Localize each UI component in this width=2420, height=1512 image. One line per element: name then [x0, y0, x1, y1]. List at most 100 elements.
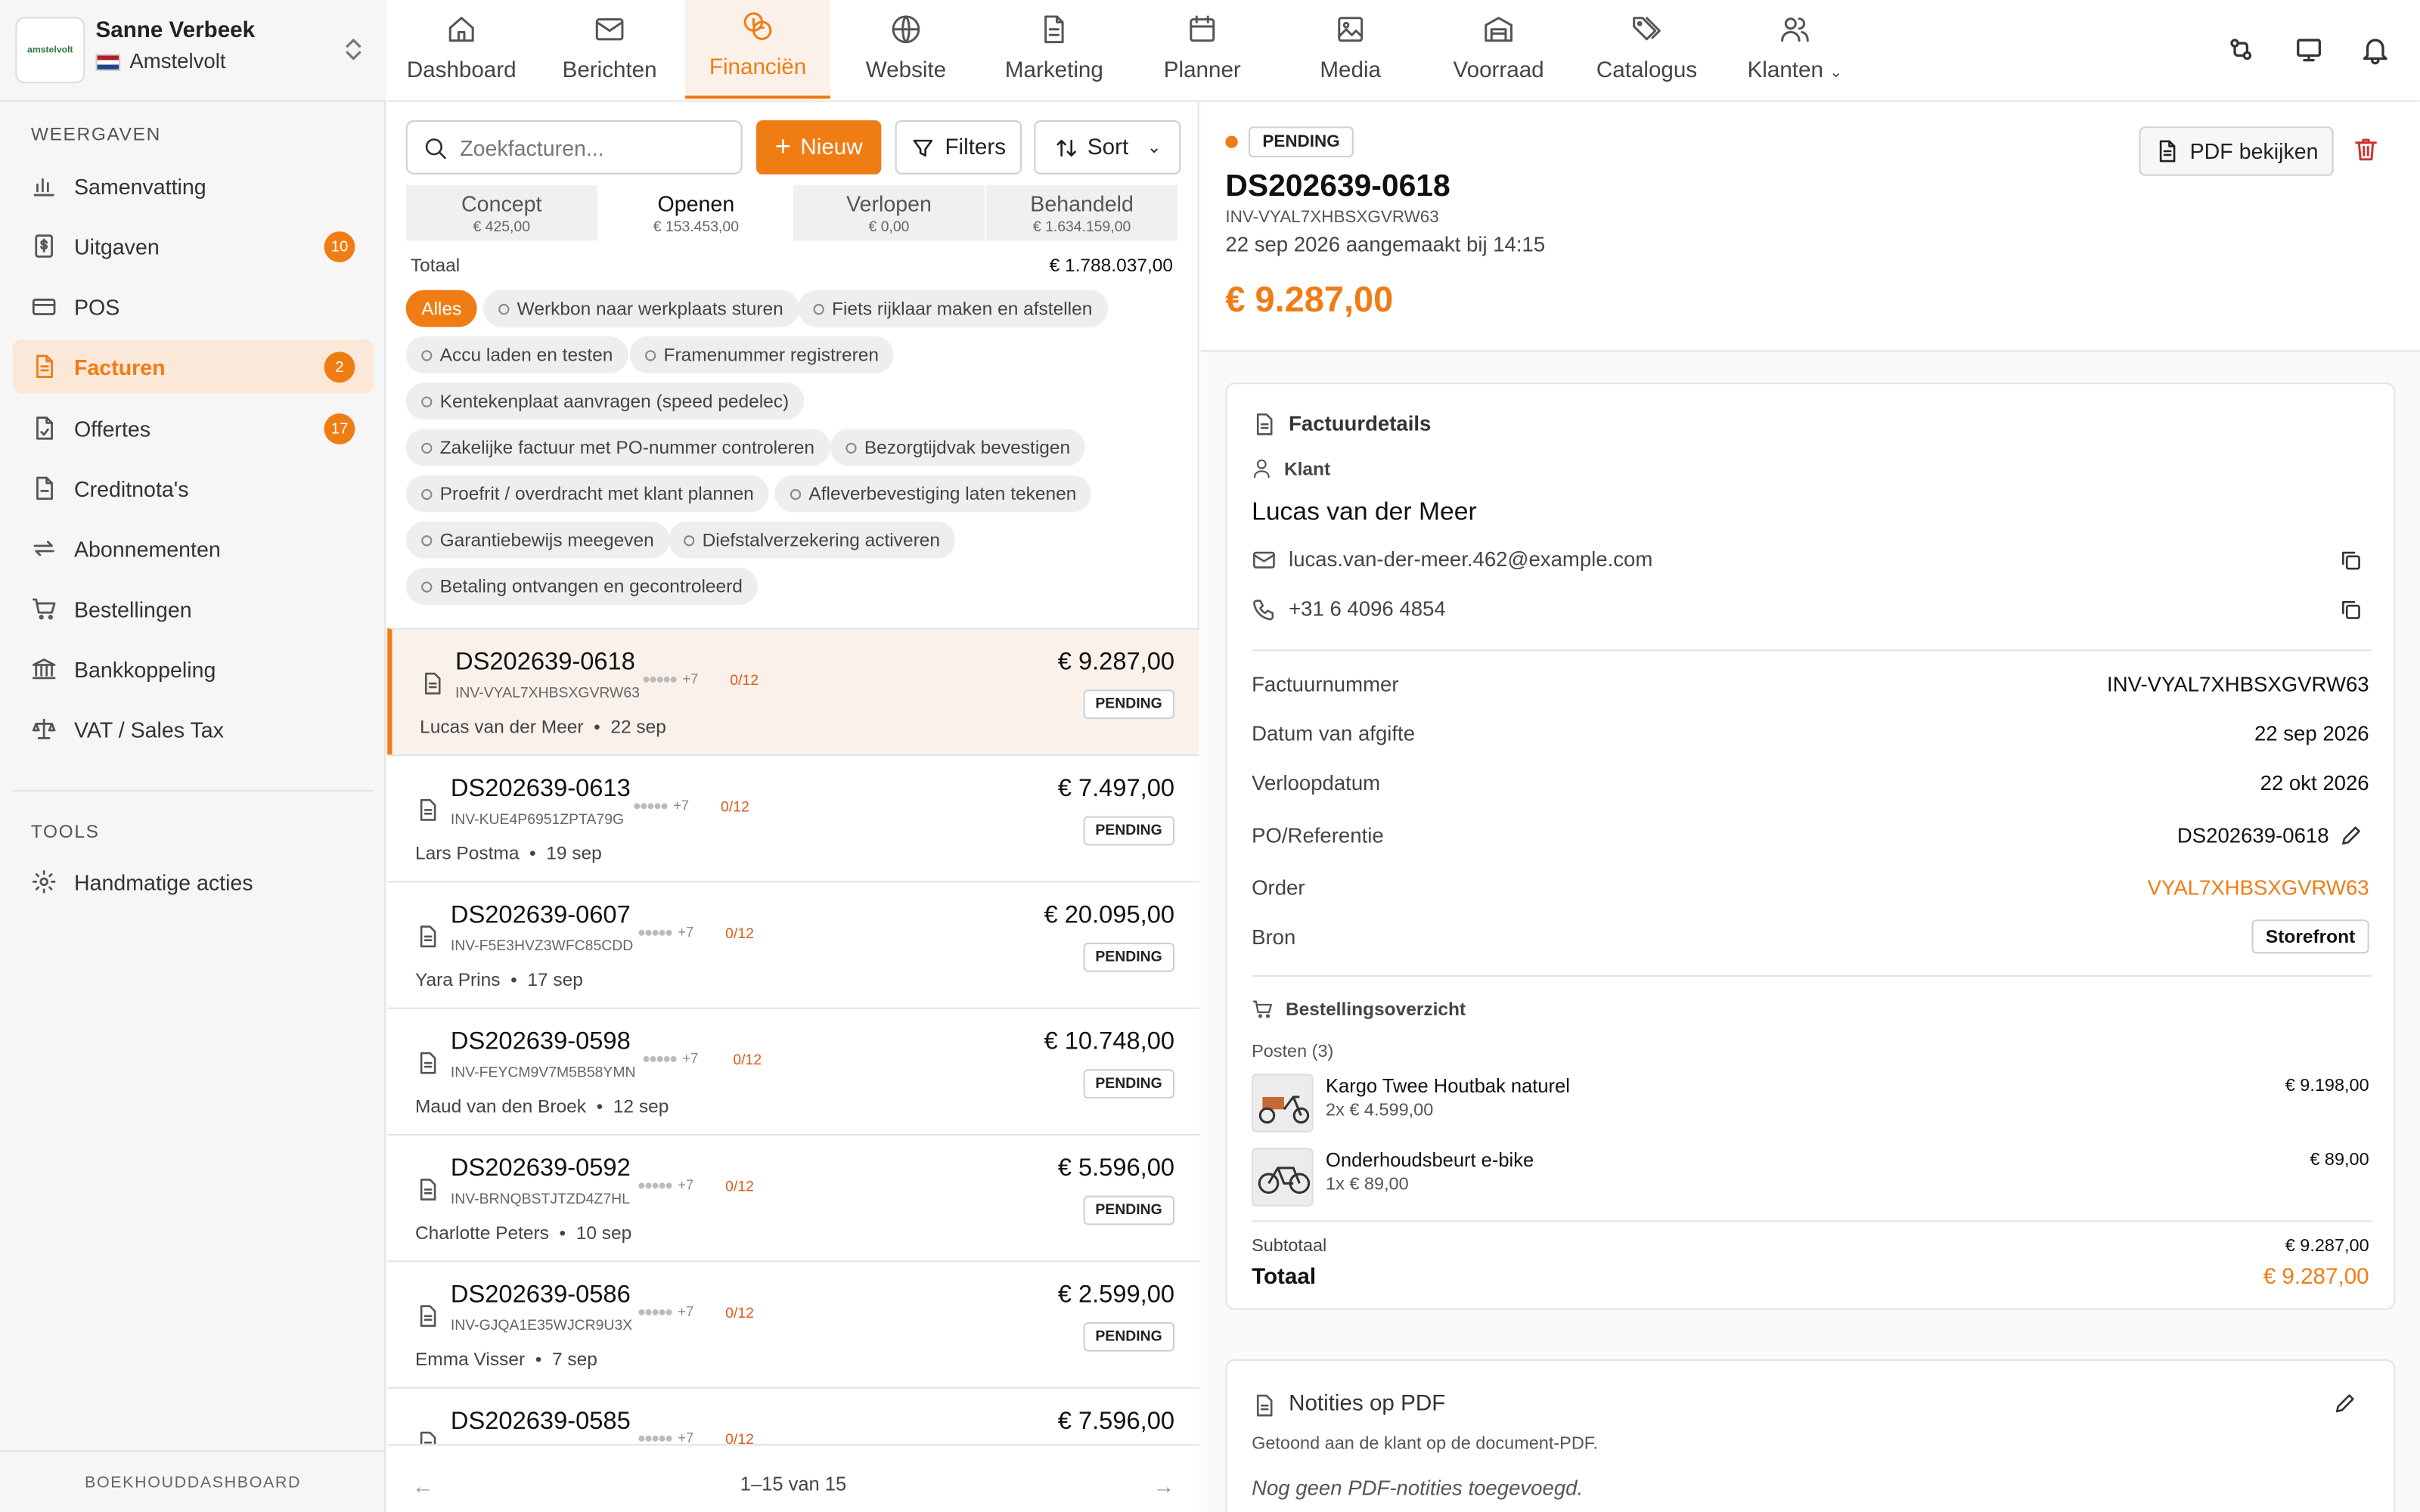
total-label: Totaal	[1252, 1265, 1317, 1290]
document-icon	[424, 672, 441, 695]
monitor-icon[interactable]	[2294, 34, 2325, 65]
circle-icon	[813, 303, 824, 314]
detail-header: PENDING DS202639-0618 INV-VYAL7XHBSXGVRW…	[1200, 101, 2420, 352]
filter-chip[interactable]: Kentekenplaat aanvragen (speed pedelec)	[405, 383, 805, 420]
segment-label: Concept	[461, 191, 542, 215]
circle-icon	[498, 303, 510, 314]
sidebar-item-samenvatting[interactable]: Samenvatting	[12, 159, 374, 212]
tab-catalogus[interactable]: Catalogus	[1573, 0, 1721, 99]
progress-dots: ●●●●● +7	[632, 798, 690, 813]
search-input[interactable]: Zoekfacturen...	[405, 120, 743, 175]
invoice-row[interactable]: DS202639-0618 ●●●●● +7 0/12 INV-VYAL7XHBS…	[387, 627, 1199, 754]
filters-button[interactable]: Filters	[895, 120, 1022, 175]
sidebar-item-offertes[interactable]: Offertes 17	[12, 401, 374, 455]
segment-concept[interactable]: Concept € 425,00	[405, 184, 597, 241]
sidebar-item-vat[interactable]: VAT / Sales Tax	[12, 702, 374, 756]
filter-chip[interactable]: Diefstalverzekering activeren	[668, 521, 956, 559]
status-badge: PENDING	[1083, 942, 1175, 972]
invoice-row[interactable]: DS202639-0607 ●●●●● +7 0/12 INV-F5E3HVZ3W…	[387, 881, 1199, 1008]
sidebar-item-bankkoppeling[interactable]: Bankkoppeling	[12, 642, 374, 696]
tab-media[interactable]: Media	[1277, 0, 1425, 99]
segment-verlopen[interactable]: Verlopen € 0,00	[793, 184, 985, 241]
search-placeholder: Zoekfacturen...	[460, 135, 604, 160]
chip-label: Kentekenplaat aanvragen (speed pedelec)	[439, 390, 790, 412]
tab-berichten[interactable]: Berichten	[535, 0, 684, 99]
pencil-icon[interactable]	[2338, 824, 2363, 849]
invoice-number: DS202639-0592	[450, 1155, 631, 1182]
invoice-details-card: Factuurdetails Klant Lucas van der Meer …	[1225, 383, 2396, 1310]
invoice-amount: € 20.095,00	[1044, 902, 1175, 929]
filter-chip[interactable]: Afleverbevestiging laten tekenen	[774, 475, 1092, 513]
arrow-right-icon[interactable]: →	[1153, 1473, 1174, 1498]
count-badge: 2	[324, 352, 355, 383]
segment-behandeld[interactable]: Behandeld € 1.634.159,00	[986, 184, 1178, 241]
chevron-up-down-icon[interactable]	[343, 36, 365, 64]
customer-date: Maud van den Broek • 12 sep	[414, 1095, 669, 1117]
field-label: PO/Referentie	[1252, 823, 1384, 847]
sidebar-item-creditnotas[interactable]: Creditnota's	[12, 461, 374, 515]
user-icon	[1254, 459, 1270, 479]
segment-openen[interactable]: Openen € 153.453,00	[600, 185, 792, 240]
item-qty: 2x € 4.599,00	[1326, 1101, 1434, 1120]
sidebar-item-label: POS	[73, 293, 120, 319]
field-label: Verloopdatum	[1252, 771, 1381, 795]
trash-icon[interactable]	[2352, 136, 2380, 164]
invoice-row[interactable]: DS202639-0586 ●●●●● +7 0/12 INV-GJQA1E35W…	[387, 1260, 1199, 1387]
document-icon	[420, 925, 436, 948]
view-pdf-button[interactable]: PDF bekijken	[2139, 126, 2334, 176]
filter-chip[interactable]: Bezorgtijdvak bevestigen	[830, 429, 1086, 466]
invoice-row[interactable]: DS202639-0598 ●●●●● +7 0/12 INV-FEYCM9V7M…	[387, 1007, 1199, 1134]
tab-dashboard[interactable]: Dashboard	[387, 0, 535, 99]
bell-icon[interactable]	[2360, 34, 2391, 65]
filter-chip[interactable]: Zakelijke factuur met PO-nummer controle…	[405, 429, 830, 466]
segment-label: Openen	[657, 191, 735, 215]
sidebar-item-facturen[interactable]: Facturen 2	[12, 339, 374, 394]
gear-icon	[32, 870, 56, 894]
invoice-amount: € 2.599,00	[1057, 1281, 1175, 1309]
sidebar-item-label: Offertes	[73, 415, 151, 441]
sidebar-item-label: Bankkoppeling	[73, 656, 216, 682]
sidebar-item-pos[interactable]: POS	[12, 279, 374, 333]
new-invoice-button[interactable]: + Nieuw	[755, 120, 882, 175]
sidebar-item-uitgaven[interactable]: Uitgaven 10	[12, 219, 374, 273]
credit-note-icon	[36, 476, 53, 500]
sidebar-item-abonnementen[interactable]: Abonnementen	[12, 522, 374, 575]
tab-klanten[interactable]: Klanten ⌄	[1720, 0, 1869, 99]
tab-planner[interactable]: Planner	[1128, 0, 1277, 99]
count-badge: 17	[324, 413, 355, 445]
sidebar-item-handmatige-acties[interactable]: Handmatige acties	[12, 855, 374, 909]
filter-chip[interactable]: Proefrit / overdracht met klant plannen	[405, 475, 770, 513]
divider	[1252, 649, 2372, 652]
circle-icon	[421, 534, 433, 546]
workflow-icon[interactable]	[2226, 34, 2257, 65]
copy-icon[interactable]	[2338, 597, 2363, 622]
tab-label: Voorraad	[1453, 58, 1544, 84]
chip-label: Garantiebewijs meegeven	[439, 528, 654, 551]
pencil-icon[interactable]	[2332, 1392, 2357, 1417]
invoice-amount: € 9.287,00	[1057, 649, 1175, 676]
order-link[interactable]: VYAL7XHBSXGVRW63	[2148, 876, 2369, 900]
status-badge: PENDING	[1083, 1069, 1175, 1099]
filter-chip[interactable]: Werkbon naar werkplaats sturen	[482, 290, 799, 327]
invoice-row[interactable]: DS202639-0613 ●●●●● +7 0/12 INV-KUE4P6951…	[387, 754, 1199, 881]
tags-icon	[1633, 17, 1661, 41]
filter-chip[interactable]: Framenummer registreren	[629, 336, 895, 373]
filter-chip[interactable]: Garantiebewijs meegeven	[405, 521, 670, 559]
copy-icon[interactable]	[2338, 547, 2363, 572]
filter-chip-all[interactable]: Alles	[405, 290, 477, 327]
tab-website[interactable]: Website	[832, 0, 980, 99]
progress-dots: ●●●●● +7	[637, 1430, 694, 1446]
invoice-row[interactable]: DS202639-0592 ●●●●● +7 0/12 INV-BRNQBSTJT…	[387, 1133, 1199, 1261]
filter-chip[interactable]: Betaling ontvangen en gecontroleerd	[405, 568, 759, 605]
sidebar-item-bestellingen[interactable]: Bestellingen	[12, 581, 374, 635]
invoice-number: DS202639-0613	[450, 776, 631, 803]
filter-chip[interactable]: Accu laden en testen	[405, 336, 628, 373]
tab-voorraad[interactable]: Voorraad	[1425, 0, 1573, 99]
sort-button[interactable]: Sort ⌄	[1034, 120, 1181, 175]
filter-chip[interactable]: Fiets rijklaar maken en afstellen	[798, 290, 1108, 327]
store-switcher[interactable]: amstelvolt Sanne Verbeek Amstelvolt	[0, 0, 386, 102]
dashboard-footer-link[interactable]: BOEKHOUDDASHBOARD	[0, 1473, 386, 1492]
tab-marketing[interactable]: Marketing	[980, 0, 1128, 99]
subtotal-label: Subtotaal	[1252, 1237, 1327, 1256]
tab-financien[interactable]: Financiën	[685, 0, 830, 99]
